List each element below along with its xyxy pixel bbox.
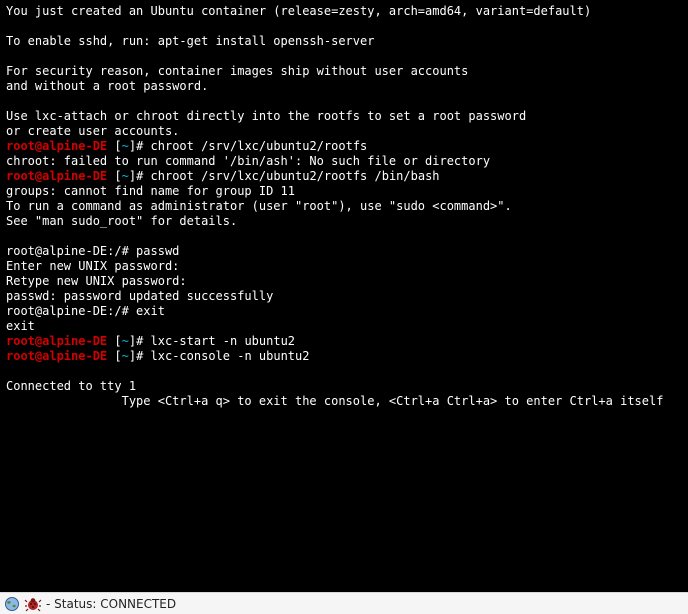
terminal-line: root@alpine-DE [~]# lxc-start -n ubuntu2 [6,334,682,349]
terminal-line: root@alpine-DE:/# passwd [6,244,682,259]
terminal-line [6,364,682,379]
prompt-command: chroot /srv/lxc/ubuntu2/rootfs /bin/bash [151,169,440,183]
prompt-user: root@alpine-DE [6,349,107,363]
terminal-line: root@alpine-DE:/# exit [6,304,682,319]
terminal-line: Retype new UNIX password: [6,274,682,289]
terminal-line: Connected to tty 1 [6,379,682,394]
prompt-bracket: ]# [129,139,151,153]
terminal-line [6,229,682,244]
prompt-command: lxc-console -n ubuntu2 [151,349,310,363]
status-bar: - Status: CONNECTED [0,592,688,614]
terminal-output[interactable]: You just created an Ubuntu container (re… [0,0,688,592]
terminal-line: Enter new UNIX password: [6,259,682,274]
prompt-bracket: ]# [129,169,151,183]
globe-icon [4,596,20,612]
terminal-line: root@alpine-DE [~]# chroot /srv/lxc/ubun… [6,169,682,184]
prompt-bracket: [ [107,139,121,153]
terminal-line: Type <Ctrl+a q> to exit the console, <Ct… [6,394,682,409]
bug-icon [24,596,42,612]
prompt-bracket: [ [107,169,121,183]
terminal-line: exit [6,319,682,334]
terminal-line [6,49,682,64]
terminal-line: You just created an Ubuntu container (re… [6,4,682,19]
prompt-bracket: ]# [129,334,151,348]
prompt-command: lxc-start -n ubuntu2 [151,334,296,348]
terminal-line: chroot: failed to run command '/bin/ash'… [6,154,682,169]
terminal-line: and without a root password. [6,79,682,94]
prompt-cwd: ~ [122,334,129,348]
prompt-user: root@alpine-DE [6,169,107,183]
terminal-line: root@alpine-DE [~]# lxc-console -n ubunt… [6,349,682,364]
status-text: - Status: CONNECTED [46,597,176,611]
terminal-line [6,94,682,109]
terminal-line: or create user accounts. [6,124,682,139]
prompt-user: root@alpine-DE [6,334,107,348]
terminal-line [6,19,682,34]
terminal-line: To enable sshd, run: apt-get install ope… [6,34,682,49]
prompt-cwd: ~ [122,349,129,363]
terminal-line: See "man sudo_root" for details. [6,214,682,229]
terminal-line: To run a command as administrator (user … [6,199,682,214]
prompt-user: root@alpine-DE [6,139,107,153]
terminal-line: Use lxc-attach or chroot directly into t… [6,109,682,124]
prompt-bracket: [ [107,334,121,348]
prompt-cwd: ~ [122,139,129,153]
prompt-command: chroot /srv/lxc/ubuntu2/rootfs [151,139,368,153]
terminal-line: passwd: password updated successfully [6,289,682,304]
terminal-line: root@alpine-DE [~]# chroot /srv/lxc/ubun… [6,139,682,154]
terminal-line: For security reason, container images sh… [6,64,682,79]
prompt-bracket: ]# [129,349,151,363]
prompt-cwd: ~ [122,169,129,183]
terminal-line: groups: cannot find name for group ID 11 [6,184,682,199]
prompt-bracket: [ [107,349,121,363]
